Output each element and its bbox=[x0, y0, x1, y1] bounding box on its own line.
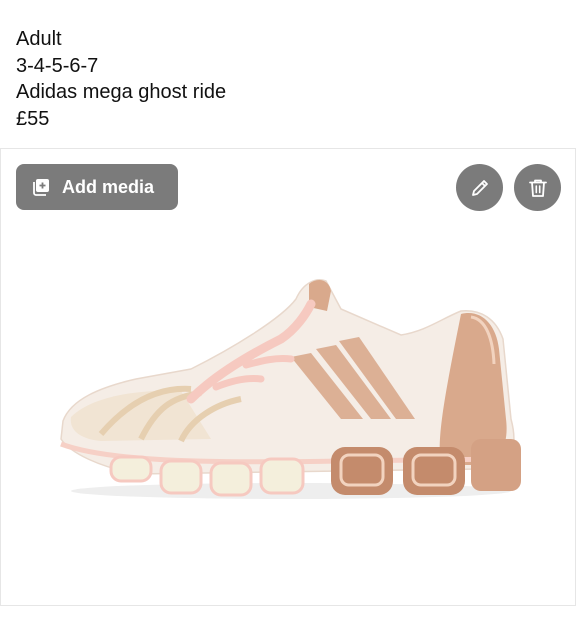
product-photo bbox=[41, 269, 541, 514]
caption-line-price: £55 bbox=[16, 107, 50, 130]
add-media-button[interactable]: Add media bbox=[16, 164, 178, 210]
add-media-label: Add media bbox=[62, 176, 155, 197]
delete-button[interactable] bbox=[514, 164, 561, 211]
caption-line-sizes: 3-4-5-6-7 bbox=[16, 54, 99, 77]
edit-button[interactable] bbox=[456, 164, 503, 211]
media-card: Add media bbox=[0, 148, 576, 606]
caption-line-category: Adult bbox=[16, 28, 62, 50]
trash-icon bbox=[526, 176, 550, 200]
pencil-icon bbox=[468, 176, 492, 200]
post-caption: Adult 3-4-5-6-7 Adidas mega ghost ride £… bbox=[16, 26, 226, 132]
caption-line-product: Adidas mega ghost ride bbox=[16, 81, 227, 103]
add-photo-icon bbox=[32, 178, 50, 196]
